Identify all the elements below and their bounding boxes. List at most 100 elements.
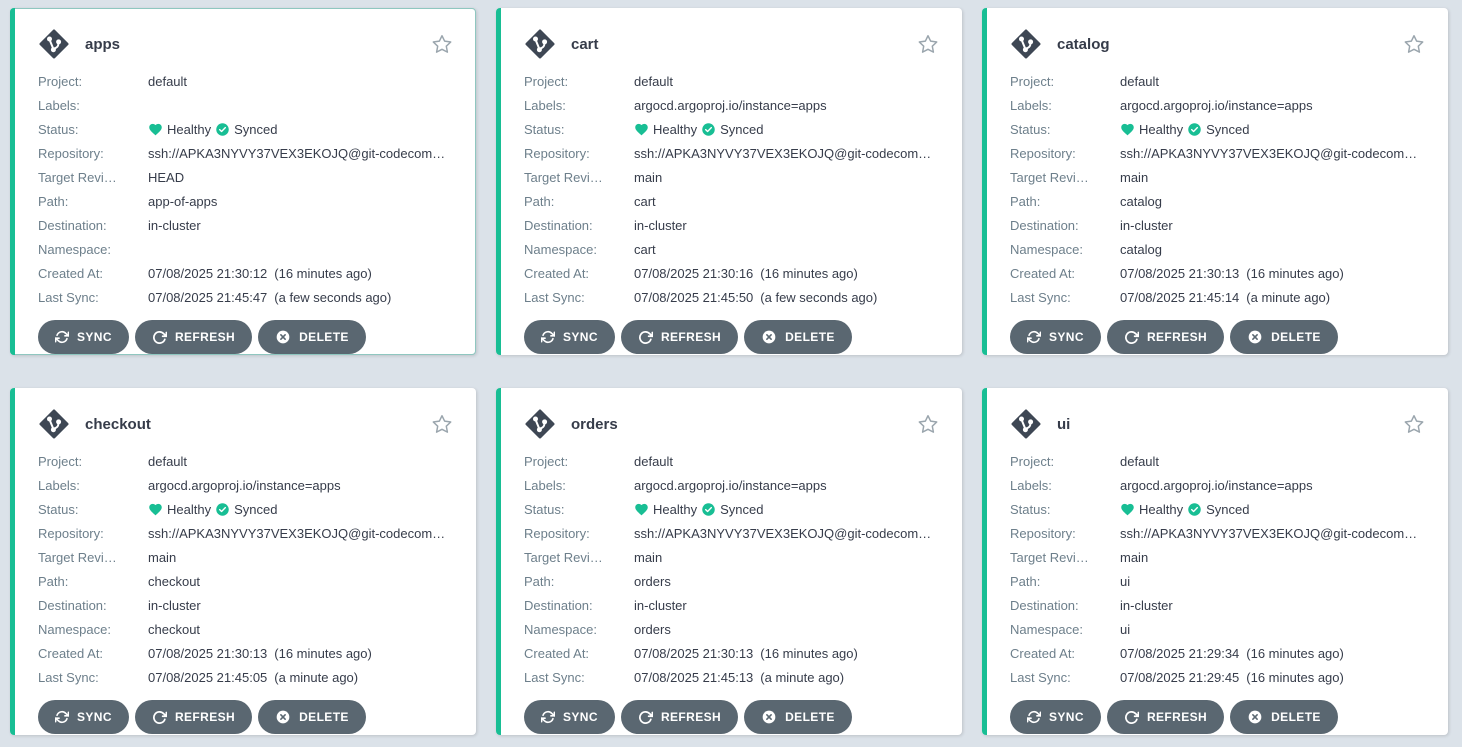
delete-button[interactable]: DELETE: [1230, 700, 1338, 734]
health-status-text: Healthy: [167, 502, 211, 517]
field-row-status: Status: Healthy Synced: [1010, 117, 1427, 141]
field-row-project: Project: default: [38, 449, 455, 473]
application-card[interactable]: cart Project: default Labels: argocd.arg…: [496, 8, 962, 355]
application-title[interactable]: ui: [1057, 416, 1070, 433]
field-label: Last Sync:: [38, 670, 148, 685]
field-rows: Project: default Labels: argocd.argoproj…: [1010, 449, 1427, 689]
card-header: orders: [524, 407, 941, 441]
field-value: 07/08/2025 21:45:47(a few seconds ago): [148, 290, 391, 305]
card-header: checkout: [38, 407, 455, 441]
status-value: Healthy Synced: [634, 502, 763, 517]
field-label: Last Sync:: [1010, 290, 1120, 305]
healthy-heart-icon: [634, 122, 649, 137]
field-value: default: [148, 454, 187, 469]
application-title[interactable]: orders: [571, 416, 618, 433]
created-at-timestamp: 07/08/2025 21:30:12: [148, 266, 267, 281]
sync-button[interactable]: SYNC: [38, 320, 129, 354]
field-label: Created At:: [38, 266, 148, 281]
field-label: Status:: [524, 122, 634, 137]
sync-button[interactable]: SYNC: [38, 700, 129, 734]
field-label: Created At:: [38, 646, 148, 661]
field-label: Namespace:: [1010, 242, 1120, 257]
favorite-star-icon[interactable]: [917, 413, 939, 435]
application-card[interactable]: checkout Project: default Labels: argocd…: [10, 388, 476, 735]
favorite-star-icon[interactable]: [431, 413, 453, 435]
refresh-button[interactable]: REFRESH: [135, 320, 252, 354]
favorite-star-icon[interactable]: [1403, 33, 1425, 55]
field-label: Destination:: [1010, 218, 1120, 233]
card-actions: SYNC REFRESH DELETE: [524, 320, 941, 354]
refresh-button[interactable]: REFRESH: [135, 700, 252, 734]
sync-status-text: Synced: [234, 502, 277, 517]
field-row-path: Path: orders: [524, 569, 941, 593]
field-row-repository: Repository: ssh://APKA3NYVY37VEX3EKOJQ@g…: [1010, 141, 1427, 165]
field-value: cart: [634, 242, 656, 257]
delete-button[interactable]: DELETE: [744, 700, 852, 734]
sync-button[interactable]: SYNC: [524, 320, 615, 354]
health-status-text: Healthy: [653, 122, 697, 137]
refresh-icon: [152, 330, 167, 345]
field-value: ui: [1120, 574, 1130, 589]
application-title[interactable]: catalog: [1057, 36, 1110, 53]
sync-button[interactable]: SYNC: [524, 700, 615, 734]
card-header: catalog: [1010, 27, 1427, 61]
created-at-timestamp: 07/08/2025 21:30:13: [634, 646, 753, 661]
field-value: HEAD: [148, 170, 184, 185]
field-label: Namespace:: [38, 622, 148, 637]
last-sync-relative: (a minute ago): [760, 670, 844, 685]
field-row-namespace: Namespace: ui: [1010, 617, 1427, 641]
favorite-star-icon[interactable]: [1403, 413, 1425, 435]
sync-button[interactable]: SYNC: [1010, 320, 1101, 354]
field-row-project: Project: default: [1010, 69, 1427, 93]
field-row-status: Status: Healthy Synced: [38, 497, 455, 521]
refresh-button[interactable]: REFRESH: [621, 320, 738, 354]
favorite-star-icon[interactable]: [431, 33, 453, 55]
delete-button[interactable]: DELETE: [1230, 320, 1338, 354]
synced-check-icon: [215, 122, 230, 137]
field-row-target-revision: Target Revi… main: [1010, 165, 1427, 189]
field-row-target-revision: Target Revi… HEAD: [38, 165, 455, 189]
field-label: Target Revi…: [524, 170, 634, 185]
field-label: Target Revi…: [38, 550, 148, 565]
field-row-created-at: Created At: 07/08/2025 21:30:16(16 minut…: [524, 261, 941, 285]
field-row-destination: Destination: in-cluster: [38, 213, 455, 237]
last-sync-timestamp: 07/08/2025 21:29:45: [1120, 670, 1239, 685]
sync-button[interactable]: SYNC: [1010, 700, 1101, 734]
field-row-namespace: Namespace: catalog: [1010, 237, 1427, 261]
field-value: in-cluster: [148, 218, 201, 233]
sync-status-text: Synced: [720, 122, 763, 137]
application-card[interactable]: ui Project: default Labels: argocd.argop…: [982, 388, 1448, 735]
field-label: Path:: [38, 574, 148, 589]
application-title[interactable]: apps: [85, 36, 120, 53]
delete-button-label: DELETE: [785, 330, 835, 344]
delete-button[interactable]: DELETE: [258, 700, 366, 734]
synced-check-icon: [701, 122, 716, 137]
field-value: ssh://APKA3NYVY37VEX3EKOJQ@git-codecom…: [1120, 146, 1417, 161]
field-row-repository: Repository: ssh://APKA3NYVY37VEX3EKOJQ@g…: [524, 521, 941, 545]
refresh-button[interactable]: REFRESH: [621, 700, 738, 734]
refresh-button[interactable]: REFRESH: [1107, 320, 1224, 354]
field-row-labels: Labels: argocd.argoproj.io/instance=apps: [524, 473, 941, 497]
field-value: 07/08/2025 21:30:13(16 minutes ago): [148, 646, 372, 661]
refresh-button[interactable]: REFRESH: [1107, 700, 1224, 734]
delete-button[interactable]: DELETE: [258, 320, 366, 354]
field-row-repository: Repository: ssh://APKA3NYVY37VEX3EKOJQ@g…: [1010, 521, 1427, 545]
status-accent-bar: [496, 8, 501, 355]
field-row-destination: Destination: in-cluster: [1010, 593, 1427, 617]
application-title[interactable]: cart: [571, 36, 599, 53]
field-label: Repository:: [1010, 526, 1120, 541]
field-value: main: [634, 550, 662, 565]
favorite-star-icon[interactable]: [917, 33, 939, 55]
last-sync-relative: (a few seconds ago): [760, 290, 877, 305]
status-value: Healthy Synced: [634, 122, 763, 137]
field-row-labels: Labels: argocd.argoproj.io/instance=apps: [1010, 93, 1427, 117]
field-label: Namespace:: [524, 242, 634, 257]
field-row-project: Project: default: [1010, 449, 1427, 473]
application-card[interactable]: apps Project: default Labels: Status:: [10, 8, 476, 355]
application-card[interactable]: catalog Project: default Labels: argocd.…: [982, 8, 1448, 355]
application-card[interactable]: orders Project: default Labels: argocd.a…: [496, 388, 962, 735]
field-value: main: [1120, 170, 1148, 185]
application-title[interactable]: checkout: [85, 416, 151, 433]
delete-button[interactable]: DELETE: [744, 320, 852, 354]
field-value: in-cluster: [1120, 598, 1173, 613]
